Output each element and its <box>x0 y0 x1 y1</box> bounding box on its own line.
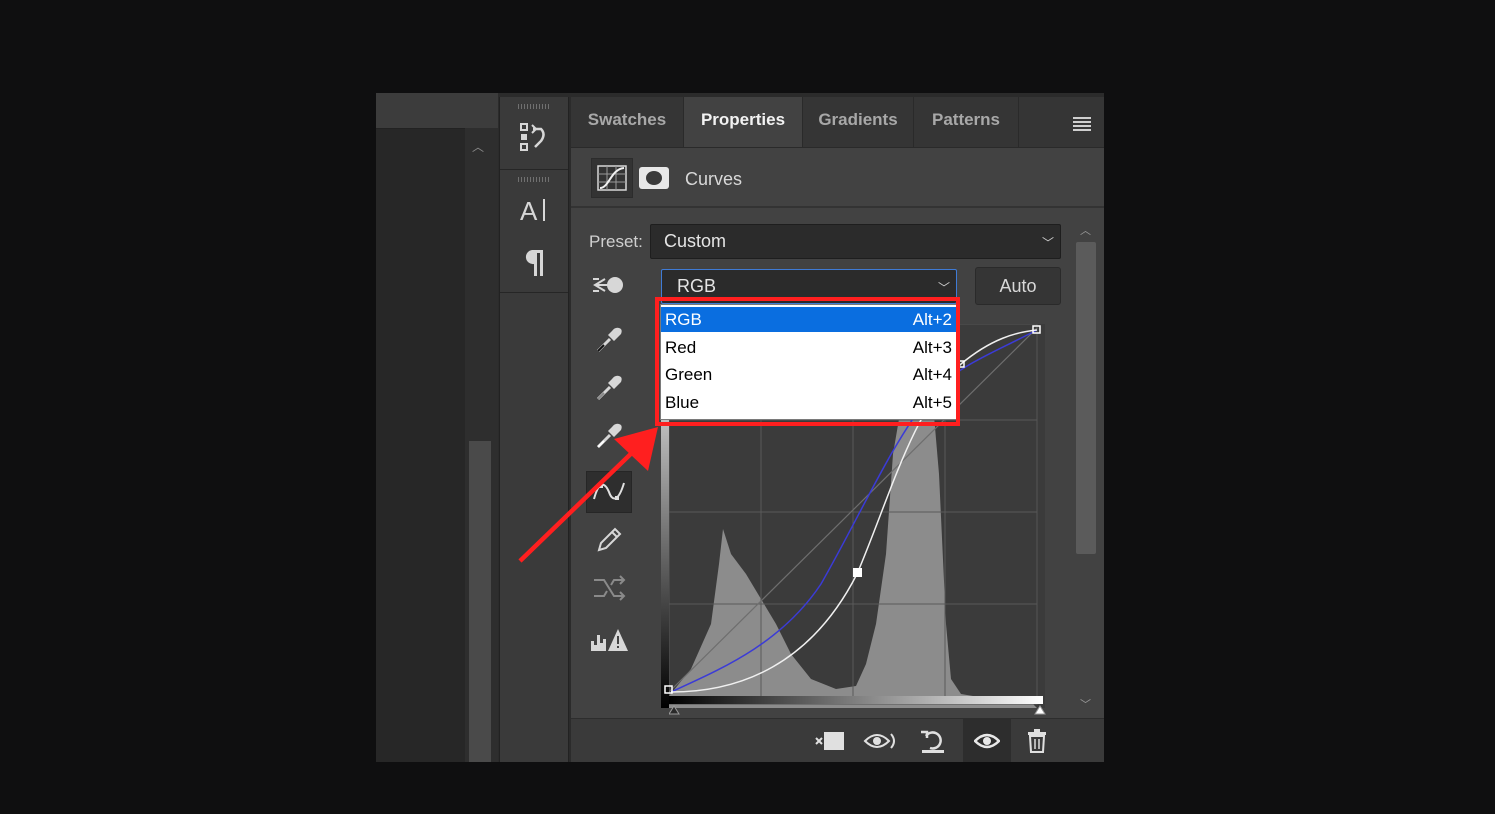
photoshop-panel-frame: ︿ A Swatches Properties Gradients Patter… <box>376 93 1104 762</box>
gray-eyedropper-icon[interactable] <box>587 368 631 408</box>
visibility-icon[interactable] <box>963 719 1011 762</box>
layer-mask-icon[interactable] <box>639 167 669 189</box>
strip-divider <box>500 169 568 170</box>
curve-point <box>853 568 862 577</box>
input-gradient-bar[interactable] <box>669 694 1047 718</box>
reset-icon[interactable] <box>913 725 953 757</box>
strip-divider <box>500 292 568 293</box>
black-eyedropper-icon[interactable] <box>587 320 631 360</box>
tab-patterns[interactable]: Patterns <box>914 97 1018 147</box>
scroll-down-icon[interactable]: ﹀ <box>1080 696 1091 712</box>
panel-footer <box>571 718 1104 762</box>
preset-value: Custom <box>664 231 727 251</box>
panel-tab-bar: Swatches Properties Gradients Patterns <box>571 97 1104 148</box>
black-point-slider <box>669 705 680 715</box>
paragraph-icon[interactable] <box>514 243 554 283</box>
annotation-highlight-box <box>655 297 960 426</box>
character-icon[interactable]: A <box>514 190 554 230</box>
auto-button[interactable]: Auto <box>975 267 1061 305</box>
grip-handle[interactable] <box>518 104 550 109</box>
preset-label: Preset: <box>589 232 643 251</box>
history-icon[interactable] <box>514 117 554 157</box>
trash-icon[interactable] <box>1017 725 1057 757</box>
properties-scroll-thumb[interactable] <box>1076 242 1096 554</box>
properties-scrollbar[interactable]: ︿ ﹀ <box>1076 222 1098 712</box>
scroll-up-icon[interactable]: ︿ <box>1080 222 1091 238</box>
channel-value: RGB <box>677 276 717 296</box>
clipping-warning-icon[interactable] <box>587 620 631 660</box>
chevron-down-icon: ﹀ <box>1041 236 1054 250</box>
svg-text:A: A <box>520 196 538 225</box>
tab-properties[interactable]: Properties <box>684 97 802 147</box>
panel-menu-icon[interactable] <box>1073 117 1091 131</box>
white-point-slider <box>1034 705 1046 715</box>
tab-gradients[interactable]: Gradients <box>803 97 913 147</box>
adjustment-header: Curves <box>571 148 1104 208</box>
left-panel: ︿ <box>376 93 498 762</box>
preset-select[interactable]: Custom ﹀ <box>650 224 1061 259</box>
curves-adjustment-icon[interactable] <box>591 158 633 198</box>
tab-divider <box>1018 97 1019 147</box>
tab-swatches[interactable]: Swatches <box>571 97 683 147</box>
clip-to-layer-icon[interactable] <box>809 725 849 757</box>
targeted-adjustment-icon[interactable] <box>587 266 631 306</box>
scroll-up-icon[interactable]: ︿ <box>472 138 484 155</box>
left-panel-header <box>376 93 498 129</box>
annotation-arrow <box>518 427 658 563</box>
view-previous-icon[interactable] <box>861 725 901 757</box>
grip-handle[interactable] <box>518 177 550 182</box>
chevron-down-icon: ﹀ <box>937 281 950 295</box>
adjustment-title: Curves <box>685 169 743 189</box>
left-panel-scroll-thumb[interactable] <box>469 441 491 762</box>
